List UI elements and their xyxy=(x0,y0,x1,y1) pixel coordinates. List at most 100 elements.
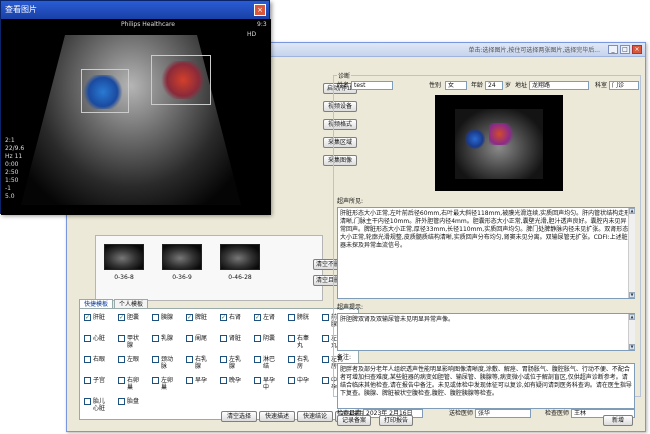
organ-option[interactable]: 心脏 xyxy=(84,335,109,342)
minimize-button[interactable]: _ xyxy=(608,45,618,54)
checkbox-icon[interactable] xyxy=(118,356,125,363)
organ-option[interactable]: 胎盘 xyxy=(118,398,143,405)
clear-selection-button[interactable]: 清空选择 xyxy=(221,411,257,422)
scroll-up-icon[interactable]: ▲ xyxy=(629,314,635,320)
organ-option[interactable]: 阑尾 xyxy=(186,335,211,342)
organ-option[interactable]: 阴囊 xyxy=(254,335,279,342)
thumbnail-2-label: 0-36-9 xyxy=(172,274,192,281)
new-record-button[interactable]: 新增 xyxy=(603,415,633,426)
organ-option[interactable]: 乳腺 xyxy=(152,335,177,342)
organ-option[interactable]: 右卵巢 xyxy=(118,377,143,391)
checkbox-icon[interactable] xyxy=(84,377,91,384)
popup-close-icon[interactable]: × xyxy=(254,4,266,16)
organ-label: 阴囊 xyxy=(263,335,276,342)
close-button[interactable]: × xyxy=(632,45,642,54)
scroll-down-icon[interactable]: ▼ xyxy=(629,344,635,350)
checkbox-icon[interactable] xyxy=(186,377,193,384)
checkbox-icon[interactable] xyxy=(118,398,125,405)
checkbox-icon[interactable] xyxy=(118,377,125,384)
organ-option[interactable]: 甲状腺 xyxy=(118,335,143,349)
record-archive-button[interactable]: 记录备案 xyxy=(337,415,371,426)
gender-field[interactable]: 女 xyxy=(445,81,467,90)
conclusion-scrollbar[interactable]: ▲ ▼ xyxy=(628,314,635,350)
checkbox-icon[interactable] xyxy=(254,335,261,342)
address-field[interactable]: 龙翔路 xyxy=(529,81,589,90)
checkbox-icon[interactable] xyxy=(254,377,261,384)
age-field[interactable]: 24 xyxy=(485,81,503,90)
checkbox-icon[interactable]: ✓ xyxy=(254,314,261,321)
organ-option[interactable]: 胰腺 xyxy=(152,314,177,321)
organ-option[interactable]: ✓ 左肾 xyxy=(254,314,279,321)
organ-option[interactable]: 颈动脉 xyxy=(152,356,177,370)
organ-label: 晚孕 xyxy=(229,377,242,384)
checkbox-icon[interactable] xyxy=(152,314,159,321)
checkbox-icon[interactable] xyxy=(118,335,125,342)
gender-label: 性别 xyxy=(429,82,442,89)
organ-option[interactable]: ✓ 右肾 xyxy=(220,314,245,321)
organ-option[interactable]: 右乳房 xyxy=(288,356,313,370)
organ-option[interactable]: 早孕中 xyxy=(254,377,279,391)
organ-option[interactable]: ✓ 脾脏 xyxy=(186,314,211,321)
organ-option[interactable]: 肾脏 xyxy=(220,335,245,342)
checkbox-icon[interactable] xyxy=(84,335,91,342)
scroll-up-icon[interactable]: ▲ xyxy=(629,208,635,214)
print-report-button[interactable]: 打印报告 xyxy=(379,415,413,426)
organ-option[interactable]: ✓ 肝脏 xyxy=(84,314,109,321)
organ-option[interactable]: 中孕 xyxy=(288,377,313,384)
organ-option[interactable]: 晚孕 xyxy=(220,377,245,384)
checkbox-icon[interactable] xyxy=(322,314,329,321)
checkbox-icon[interactable]: ✓ xyxy=(220,314,227,321)
organ-option[interactable]: ✓ 胆囊 xyxy=(118,314,143,321)
checkbox-icon[interactable] xyxy=(322,377,329,384)
organ-option[interactable]: 左乳腺 xyxy=(220,356,245,370)
checkbox-icon[interactable]: ✓ xyxy=(186,314,193,321)
checkbox-icon[interactable] xyxy=(84,356,91,363)
quick-conclusion-button[interactable]: 快速结论 xyxy=(297,411,333,422)
ultrasound-image[interactable]: Philips Healthcare 9:3 HD 2:1 22/9.6 Hz 11… xyxy=(1,19,271,215)
organ-option[interactable]: 右眼 xyxy=(84,356,109,363)
findings-textarea[interactable]: 肝脏形态大小正常,左叶前后径60mm,右叶最大斜径118mm,被膜光滑连续,实质… xyxy=(337,207,635,299)
conclusion-textarea[interactable]: 肝胆脾双肾及双输尿管未见明显异常声像。 xyxy=(337,313,635,351)
quick-description-button[interactable]: 快速描述 xyxy=(259,411,295,422)
checkbox-icon[interactable] xyxy=(220,377,227,384)
send-doctor-select[interactable]: 张华 xyxy=(475,409,531,418)
checkbox-icon[interactable] xyxy=(84,398,91,405)
checkbox-icon[interactable] xyxy=(288,377,295,384)
thumbnail-2[interactable] xyxy=(162,244,202,270)
organ-option[interactable]: 淋巴结 xyxy=(254,356,279,370)
organ-option[interactable]: 右睾丸 xyxy=(288,335,313,349)
organ-option[interactable]: 胎儿心脏 xyxy=(84,398,109,412)
checkbox-icon[interactable] xyxy=(322,335,329,342)
dept-select[interactable]: 门诊 xyxy=(609,81,639,90)
scroll-down-icon[interactable]: ▼ xyxy=(629,292,635,298)
organ-label: 膀胱 xyxy=(297,314,310,321)
organ-option[interactable]: 左眼 xyxy=(118,356,143,363)
maximize-button[interactable]: □ xyxy=(620,45,630,54)
organ-option[interactable]: 左卵巢 xyxy=(152,377,177,391)
name-field[interactable]: test xyxy=(351,81,393,90)
checkbox-icon[interactable] xyxy=(152,377,159,384)
checkbox-icon[interactable] xyxy=(186,356,193,363)
checkbox-icon[interactable]: ✓ xyxy=(118,314,125,321)
thumbnail-3[interactable] xyxy=(220,244,260,270)
checkbox-icon[interactable] xyxy=(220,335,227,342)
organ-option[interactable]: 膀胱 xyxy=(288,314,313,321)
checkbox-icon[interactable] xyxy=(288,356,295,363)
checkbox-icon[interactable]: ✓ xyxy=(84,314,91,321)
organ-option[interactable]: 子宫 xyxy=(84,377,109,384)
checkbox-icon[interactable] xyxy=(288,335,295,342)
checkbox-icon[interactable] xyxy=(152,356,159,363)
findings-scrollbar[interactable]: ▲ ▼ xyxy=(628,208,635,298)
checkbox-icon[interactable] xyxy=(288,314,295,321)
checkbox-icon[interactable] xyxy=(186,335,193,342)
checkbox-icon[interactable] xyxy=(220,356,227,363)
report-image[interactable] xyxy=(435,95,563,191)
thumbnail-strip: 0-36-8 0-36-9 0-46-28 xyxy=(95,235,323,301)
checkbox-icon[interactable] xyxy=(254,356,261,363)
organ-option[interactable]: 右乳腺 xyxy=(186,356,211,370)
checkbox-icon[interactable] xyxy=(152,335,159,342)
checkbox-icon[interactable] xyxy=(322,356,329,363)
remarks-textarea[interactable]: 肥胖者及部分老年人组织透声性能明显影响图像清晰度,涂敷、解痉、胃肠胀气、腹腔胀气… xyxy=(337,363,635,409)
organ-option[interactable]: 早孕 xyxy=(186,377,211,384)
thumbnail-1[interactable] xyxy=(104,244,144,270)
